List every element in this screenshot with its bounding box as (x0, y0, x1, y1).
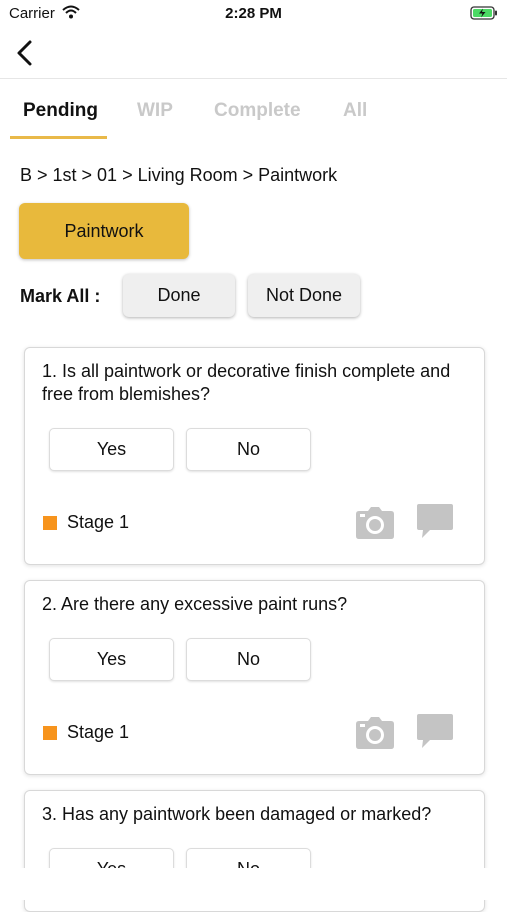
tab-wip[interactable]: WIP (137, 100, 173, 122)
tab-pending[interactable]: Pending (23, 100, 98, 122)
question-card: 1. Is all paintwork or decorative finish… (24, 347, 485, 565)
breadcrumb: B > 1st > 01 > Living Room > Paintwork (20, 165, 338, 185)
bottom-safe-area (0, 868, 507, 900)
stage-label: Stage 1 (67, 512, 130, 532)
tab-all[interactable]: All (343, 100, 367, 122)
camera-icon[interactable] (355, 716, 395, 755)
stage-indicator (43, 516, 57, 530)
status-tabs: Pending WIP Complete All (0, 80, 507, 140)
active-tab-indicator (10, 136, 107, 139)
category-button-paintwork[interactable]: Paintwork (19, 203, 189, 259)
mark-all-not-done-button[interactable]: Not Done (248, 274, 360, 317)
no-button[interactable]: No (186, 428, 311, 471)
camera-icon[interactable] (355, 506, 395, 545)
status-time: 2:28 PM (225, 5, 282, 22)
stage-indicator (43, 726, 57, 740)
question-card: 2. Are there any excessive paint runs? Y… (24, 580, 485, 775)
mark-all-done-button[interactable]: Done (123, 274, 235, 317)
back-arrow-icon[interactable] (12, 38, 38, 68)
navigation-bar (0, 28, 507, 79)
question-text: 2. Are there any excessive paint runs? (42, 594, 348, 614)
battery-charging-icon (470, 6, 498, 25)
status-bar: Carrier 2:28 PM (0, 0, 507, 28)
comment-icon[interactable] (416, 503, 454, 546)
no-button[interactable]: No (186, 638, 311, 681)
question-text: 3. Has any paintwork been damaged or mar… (42, 804, 432, 824)
yes-button[interactable]: Yes (49, 428, 174, 471)
question-text: 1. Is all paintwork or decorative finish… (42, 361, 451, 404)
comment-icon[interactable] (416, 713, 454, 756)
tab-complete[interactable]: Complete (214, 100, 301, 122)
yes-button[interactable]: Yes (49, 638, 174, 681)
mark-all-label: Mark All : (20, 286, 101, 306)
stage-label: Stage 1 (67, 722, 130, 742)
